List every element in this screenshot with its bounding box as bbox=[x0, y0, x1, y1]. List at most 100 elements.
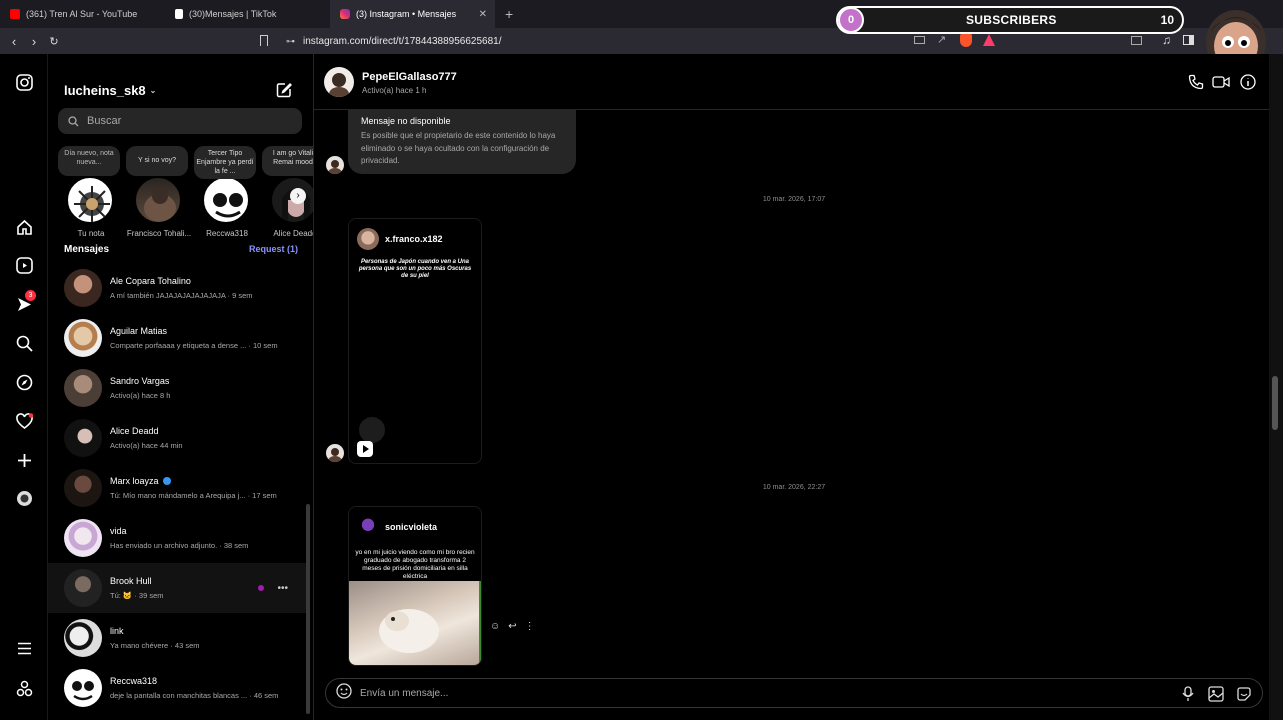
instagram-logo-icon[interactable] bbox=[14, 72, 34, 92]
back-icon[interactable]: ‹ bbox=[4, 34, 24, 49]
new-tab-button[interactable]: + bbox=[495, 6, 523, 22]
search-input[interactable] bbox=[87, 115, 287, 127]
profile-avatar-icon[interactable] bbox=[14, 488, 34, 508]
play-icon[interactable] bbox=[357, 441, 373, 457]
avatar bbox=[64, 469, 102, 507]
contact-name[interactable]: PepeElGallaso777 bbox=[362, 71, 457, 83]
notifications-heart-icon[interactable] bbox=[14, 411, 34, 431]
tab-label: (30)Mensajes | TikTok bbox=[189, 9, 277, 19]
conversation-preview: A mí también JAJAJAJAJAJAJAJA · 9 sem bbox=[110, 291, 253, 300]
menu-icon[interactable] bbox=[14, 638, 34, 658]
note-name: Alice Deadd bbox=[273, 229, 314, 238]
conversation-row[interactable]: vida Has enviado un archivo adjunto. · 38… bbox=[48, 513, 310, 563]
conversation-row[interactable]: Alice Deadd Activo(a) hace 44 min bbox=[48, 413, 310, 463]
react-emoji-icon[interactable]: ☺ bbox=[490, 621, 500, 632]
close-tab-icon[interactable]: ✕ bbox=[479, 9, 487, 20]
conversation-preview: Ya mano chévere · 43 sem bbox=[110, 641, 200, 650]
note-name: Francisco Tohali... bbox=[126, 229, 192, 238]
reel-author: sonicvioleta bbox=[385, 522, 438, 532]
conversation-name: Sandro Vargas bbox=[110, 376, 170, 386]
reel-watermark bbox=[359, 417, 385, 443]
threads-more-icon[interactable] bbox=[14, 678, 34, 698]
instagram-nav-rail: 3 bbox=[0, 54, 48, 720]
conversation-row[interactable]: link Ya mano chévere · 43 sem bbox=[48, 613, 310, 663]
avatar bbox=[134, 176, 182, 224]
media-icon[interactable]: ♫ bbox=[1162, 33, 1171, 47]
conversation-preview: Tú: Mío mano mándamelo a Arequipa j... ·… bbox=[110, 491, 277, 500]
reel-caption: yo en mi juicio viendo como mi bro recie… bbox=[355, 549, 475, 580]
panel-icon[interactable] bbox=[1183, 35, 1194, 45]
chat-header: PepeElGallaso777 Activo(a) hace 1 h bbox=[314, 54, 1269, 110]
reply-icon[interactable]: ↩ bbox=[508, 621, 516, 632]
conversation-preview: Activo(a) hace 44 min bbox=[110, 441, 183, 450]
brave-rewards-icon[interactable] bbox=[983, 34, 995, 46]
conversation-row[interactable]: Sandro Vargas Activo(a) hace 8 h bbox=[48, 363, 310, 413]
shared-reel[interactable]: sonicvioleta yo en mi juicio viendo como… bbox=[348, 506, 482, 666]
instagram-icon bbox=[340, 9, 350, 19]
tiktok-icon bbox=[175, 9, 183, 19]
contact-status: Activo(a) hace 1 h bbox=[362, 86, 427, 95]
conversation-list-scrollbar[interactable] bbox=[306, 504, 310, 714]
tab-label: (3) Instagram • Mensajes bbox=[356, 9, 457, 19]
share-icon[interactable]: ↗ bbox=[937, 33, 946, 46]
conversation-row[interactable]: Reccwa318 deje la pantalla con manchitas … bbox=[48, 663, 310, 713]
account-username: lucheins_sk8 bbox=[64, 83, 146, 98]
scrollbar-thumb[interactable] bbox=[1272, 376, 1278, 430]
avatar bbox=[64, 669, 102, 707]
search-icon[interactable] bbox=[14, 333, 34, 353]
conversation-row[interactable]: Brook Hull Tú: 🐱 · 39 sem ••• bbox=[48, 563, 310, 613]
screen-icon[interactable] bbox=[914, 36, 925, 44]
site-settings-icon[interactable]: ⊶ bbox=[286, 36, 295, 47]
note-bubble: Y si no voy? bbox=[126, 146, 188, 176]
reload-icon[interactable]: ↻ bbox=[44, 35, 64, 48]
conversation-name-row: Marx loayza bbox=[110, 476, 277, 486]
message-composer[interactable] bbox=[325, 678, 1263, 708]
chevron-down-icon: ⌄ bbox=[149, 86, 157, 95]
image-upload-icon[interactable] bbox=[1208, 686, 1224, 707]
tab-youtube[interactable]: (361) Tren Al Sur - YouTube bbox=[0, 0, 165, 28]
conversation-row[interactable]: Marx loayza Tú: Mío mano mándamelo a Areq… bbox=[48, 463, 310, 513]
phone-call-icon[interactable] bbox=[1188, 74, 1204, 95]
bookmark-icon[interactable] bbox=[260, 35, 268, 46]
shared-reel[interactable]: x.franco.x182 Personas de Japón cuando v… bbox=[348, 218, 482, 464]
microphone-icon[interactable] bbox=[1182, 686, 1194, 707]
info-icon[interactable] bbox=[1240, 74, 1256, 95]
note-bubble: Día nuevo, nota nueva... bbox=[58, 146, 120, 176]
brave-shield-icon[interactable] bbox=[960, 34, 972, 47]
contact-avatar[interactable] bbox=[324, 67, 354, 97]
notes-next-icon[interactable]: › bbox=[290, 188, 306, 204]
reel-author: x.franco.x182 bbox=[385, 234, 443, 244]
page-scrollbar[interactable] bbox=[1269, 54, 1283, 720]
conversation-preview: Activo(a) hace 8 h bbox=[110, 391, 171, 400]
create-icon[interactable] bbox=[14, 450, 34, 470]
chat-panel: PepeElGallaso777 Activo(a) hace 1 h Mens… bbox=[314, 54, 1269, 720]
conversation-list-panel: lucheins_sk8 ⌄ Día nuevo, nota nueva... … bbox=[48, 54, 314, 720]
url-text: instagram.com/direct/t/17844388956625681… bbox=[303, 35, 502, 47]
notification-badge: 3 bbox=[25, 290, 36, 301]
reel-caption: Personas de Japón cuando ven a Una perso… bbox=[358, 259, 472, 279]
conversation-row[interactable]: Ale Copara Tohalino A mí también JAJAJAJA… bbox=[48, 263, 310, 313]
reels-icon[interactable] bbox=[14, 255, 34, 275]
subscriber-label: SUBSCRIBERS bbox=[966, 13, 1057, 27]
explore-icon[interactable] bbox=[14, 372, 34, 392]
emoji-icon[interactable] bbox=[336, 682, 352, 704]
forward-icon[interactable]: › bbox=[24, 34, 44, 49]
sidebar-toggle-icon[interactable] bbox=[1131, 36, 1142, 45]
conversation-preview: Comparte porfaaaa y etiqueta a dense ...… bbox=[110, 341, 278, 350]
note-bubble: I am go Vitali Remai mood bbox=[262, 146, 313, 176]
message-input[interactable] bbox=[360, 687, 1140, 699]
requests-link[interactable]: Request (1) bbox=[249, 244, 298, 255]
video-call-icon[interactable] bbox=[1212, 74, 1230, 95]
tab-instagram[interactable]: (3) Instagram • Mensajes ✕ bbox=[330, 0, 495, 28]
sticker-icon[interactable] bbox=[1236, 686, 1252, 707]
tab-tiktok[interactable]: (30)Mensajes | TikTok bbox=[165, 0, 330, 28]
new-message-icon[interactable] bbox=[276, 82, 292, 103]
more-options-icon[interactable]: ••• bbox=[277, 583, 288, 594]
search-box[interactable] bbox=[58, 108, 302, 134]
account-switcher[interactable]: lucheins_sk8 ⌄ bbox=[64, 83, 156, 98]
messages-icon[interactable]: 3 bbox=[14, 290, 36, 314]
home-icon[interactable] bbox=[14, 217, 34, 237]
sender-avatar bbox=[326, 444, 344, 462]
more-icon[interactable]: ⋮ bbox=[525, 621, 535, 632]
conversation-row[interactable]: Aguilar Matias Comparte porfaaaa y etique… bbox=[48, 313, 310, 363]
